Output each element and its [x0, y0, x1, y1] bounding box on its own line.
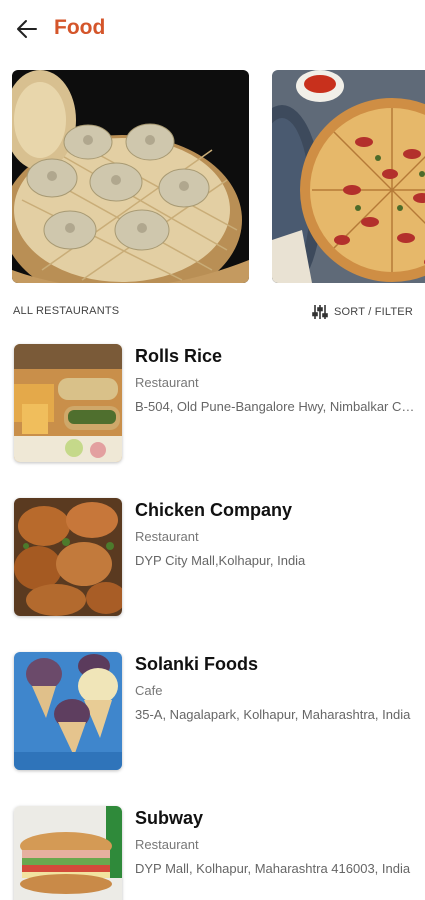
restaurant-item[interactable]: Rolls Rice Restaurant B-504, Old Pune-Ba…: [0, 344, 425, 466]
restaurant-address: DYP City Mall,Kolhapur, India: [135, 553, 306, 568]
restaurant-type: Restaurant: [135, 529, 199, 544]
restaurant-type: Restaurant: [135, 837, 199, 852]
banner-carousel[interactable]: [0, 70, 425, 284]
sliders-icon: [312, 305, 328, 319]
restaurant-thumbnail: [14, 344, 122, 462]
back-button[interactable]: [14, 16, 40, 42]
restaurant-thumbnail: [14, 652, 122, 770]
dumplings-banner[interactable]: [12, 70, 249, 283]
restaurant-name: Rolls Rice: [135, 346, 223, 366]
page-title: Food: [54, 16, 106, 39]
restaurant-type: Restaurant: [135, 375, 199, 390]
restaurant-name: Chicken Company: [135, 500, 293, 520]
restaurant-address: DYP Mall, Kolhapur, Maharashtra 416003, …: [135, 861, 411, 876]
restaurant-address: B-504, Old Pune-Bangalore Hwy, Nimbalkar…: [135, 399, 415, 414]
sort-filter-label: SORT / FILTER: [333, 306, 413, 318]
restaurant-type: Cafe: [135, 683, 163, 698]
sort-filter-button[interactable]: SORT / FILTER: [312, 302, 413, 322]
restaurant-address: 35-A, Nagalapark, Kolhapur, Maharashtra,…: [135, 707, 411, 722]
pizza-banner[interactable]: [272, 70, 425, 283]
restaurant-item[interactable]: Solanki Foods Cafe 35-A, Nagalapark, Kol…: [0, 652, 425, 774]
restaurant-thumbnail: [14, 806, 122, 900]
restaurant-item[interactable]: Subway Restaurant DYP Mall, Kolhapur, Ma…: [0, 806, 425, 900]
restaurant-name: Subway: [135, 808, 204, 828]
restaurant-item[interactable]: Chicken Company Restaurant DYP City Mall…: [0, 498, 425, 620]
restaurant-name: Solanki Foods: [135, 654, 259, 674]
restaurant-thumbnail: [14, 498, 122, 616]
section-label: ALL RESTAURANTS: [13, 305, 120, 317]
restaurants-section-header: ALL RESTAURANTS SORT / FILTER: [0, 302, 425, 322]
app-header: Food: [0, 0, 425, 58]
arrow-left-icon: [17, 20, 37, 38]
